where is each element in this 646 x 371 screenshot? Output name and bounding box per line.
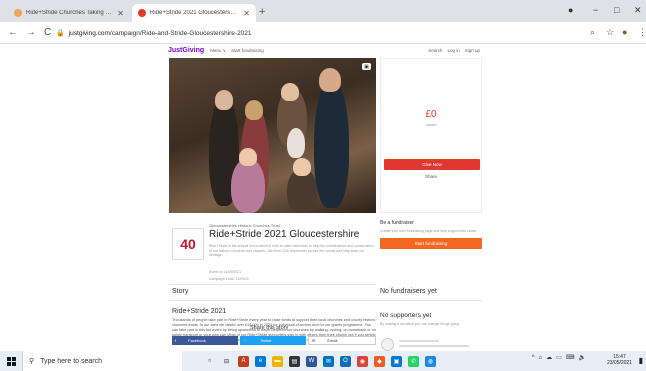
email-icon: ✉ [312, 338, 316, 343]
divider [169, 284, 376, 285]
acrobat-icon[interactable]: A [238, 355, 249, 367]
signup-link[interactable]: Sign up [465, 48, 480, 53]
close-window-button[interactable]: ✕ [634, 5, 642, 16]
cortana-icon[interactable]: ○ [204, 356, 215, 367]
search-icon: ⚲ [29, 358, 35, 365]
favicon-icon [14, 9, 22, 17]
share-twitter-button[interactable]: 🐦 Twitter [240, 336, 306, 345]
back-button[interactable]: ← [8, 27, 18, 38]
url-field[interactable]: 🔒 justgiving.com /campaign/Ride-and-Stri… [56, 25, 576, 41]
charity-info: 40 Gloucestershire Historic Churches Tru… [169, 218, 379, 288]
volume-icon[interactable]: 🔈 [579, 354, 586, 361]
chevron-up-icon[interactable]: ^ [532, 355, 535, 361]
file-explorer-icon[interactable]: ▬ [272, 355, 283, 367]
keyboard-icon[interactable]: ⌨ [566, 354, 575, 361]
extension-icon[interactable]: ● [622, 27, 627, 37]
photos-icon[interactable]: ▣ [391, 355, 402, 367]
taskbar-search[interactable]: ⚲ Type here to search [22, 351, 182, 371]
menu-link[interactable]: Menu ∨ [210, 48, 226, 54]
reload-button[interactable]: C [44, 27, 54, 38]
word-icon[interactable]: W [306, 355, 317, 367]
supporters-text: By making a donation you can change thin… [380, 322, 460, 326]
chrome-icon[interactable]: ◉ [357, 355, 368, 367]
notification-icon[interactable]: ▮ [639, 356, 643, 365]
campaign-hero-photo: ▣ [169, 58, 376, 213]
mail-icon[interactable]: ✉ [323, 355, 334, 367]
fundraiser-panel: Be a fundraiser Create your own fundrais… [380, 218, 482, 249]
share-buttons: f Facebook 🐦 Twitter ✉ Email [172, 336, 376, 345]
close-tab-icon[interactable]: ✕ [117, 9, 124, 18]
divider [169, 300, 482, 301]
forward-button[interactable]: → [26, 27, 36, 38]
avatar [381, 338, 394, 351]
app-icon[interactable]: ◆ [374, 355, 385, 367]
campaign-description: Ride+Stride is the annual event which is… [209, 244, 374, 257]
url-path: /campaign/Ride-and-Stride-Gloucestershir… [109, 29, 252, 37]
share-link[interactable]: Share [381, 174, 481, 179]
windows-icon [6, 356, 16, 366]
story-title: Ride+Stride 2021 [172, 308, 227, 315]
zoom-icon[interactable]: ⌕ [590, 27, 595, 38]
tab-title: Ride+Stride Churches Taking Par [26, 10, 114, 16]
url-host: justgiving.com [68, 29, 110, 37]
menu-kebab-icon[interactable]: ⋮ [638, 27, 646, 38]
battery-icon[interactable]: ▭ [556, 354, 562, 361]
lock-icon: 🔒 [56, 30, 65, 37]
event-date: Event on 11/09/2021 [209, 270, 242, 274]
camera-icon[interactable]: ▣ [362, 63, 371, 70]
network-icon[interactable]: ⌂ [539, 355, 543, 361]
clock[interactable]: 15:47 23/05/2021 [607, 354, 632, 366]
minimize-button[interactable]: − [593, 5, 598, 15]
story-heading: Story [172, 288, 189, 295]
search-link[interactable]: Search [428, 48, 442, 53]
store-icon[interactable]: ▤ [289, 355, 300, 367]
page-title: Ride+Stride 2021 Gloucestershire [209, 229, 360, 240]
placeholder-line [399, 345, 469, 347]
charity-logo[interactable]: 40 [172, 228, 204, 260]
fundraisers-heading: No fundraisers yet [380, 288, 437, 295]
login-link[interactable]: Log in [447, 48, 459, 53]
charity-name[interactable]: Gloucestershire Historic Churches Trust [209, 223, 280, 228]
donation-panel: £0 raised Give Now Share [380, 58, 482, 213]
supporters-heading: No supporters yet [380, 312, 432, 319]
new-tab-button[interactable]: + [259, 6, 265, 18]
outlook-icon[interactable]: O [340, 355, 351, 367]
browser-tab-bar: Ride+Stride Churches Taking Par ✕ Ride+S… [0, 0, 646, 22]
tab-title: Ride+Stride 2021 Gloucestershire [150, 10, 240, 16]
start-fundraising-link[interactable]: Start fundraising [231, 48, 264, 53]
share-heading: Share this story [250, 325, 289, 331]
app-icon[interactable]: ◍ [425, 355, 436, 367]
placeholder-line [399, 340, 439, 342]
start-fundraising-button[interactable]: Start fundraising [380, 237, 482, 249]
task-view-icon[interactable]: ⊟ [221, 356, 232, 367]
bookmark-star-icon[interactable]: ☆ [606, 27, 614, 38]
fundraiser-heading: Be a fundraiser [380, 220, 414, 226]
system-tray: ^ ⌂ ☁ ▭ ⌨ 🔈 [532, 354, 586, 362]
page-content: JustGiving Menu ∨ Start fundraising Sear… [0, 44, 646, 351]
whatsapp-icon[interactable]: ✆ [408, 355, 419, 367]
tab-ride-stride-churches[interactable]: Ride+Stride Churches Taking Par ✕ [8, 4, 130, 22]
fundraiser-text: Create your own fundraising page and hel… [380, 229, 477, 233]
site-header: JustGiving Menu ∨ Start fundraising Sear… [168, 44, 480, 57]
profile-icon[interactable]: ● [568, 5, 573, 15]
taskbar-apps: ○ ⊟ A e ▬ ▤ W ✉ O ◉ ◆ ▣ ✆ ◍ [204, 355, 436, 367]
edge-icon[interactable]: e [255, 355, 266, 367]
amount-raised: £0 [425, 109, 437, 120]
twitter-icon: 🐦 [243, 338, 248, 343]
justgiving-logo[interactable]: JustGiving [168, 47, 204, 54]
tab-ride-stride-gloucestershire[interactable]: Ride+Stride 2021 Gloucestershire ✕ [132, 4, 256, 22]
cloud-icon[interactable]: ☁ [546, 354, 552, 361]
raised-label: raised [425, 122, 437, 127]
give-now-button[interactable]: Give Now [384, 159, 480, 170]
windows-taskbar: ⚲ Type here to search ○ ⊟ A e ▬ ▤ W ✉ O … [0, 351, 646, 371]
start-button[interactable] [0, 356, 22, 366]
address-bar-row: ← → C 🔒 justgiving.com /campaign/Ride-an… [0, 22, 646, 44]
campaign-end: Campaign ends: 11/09/21 [209, 277, 249, 281]
share-email-button[interactable]: ✉ Email [308, 336, 376, 345]
facebook-icon: f [175, 338, 177, 343]
maximize-button[interactable]: □ [614, 5, 619, 15]
favicon-icon [138, 9, 146, 17]
share-facebook-button[interactable]: f Facebook [172, 336, 238, 345]
close-tab-icon[interactable]: ✕ [243, 9, 250, 18]
